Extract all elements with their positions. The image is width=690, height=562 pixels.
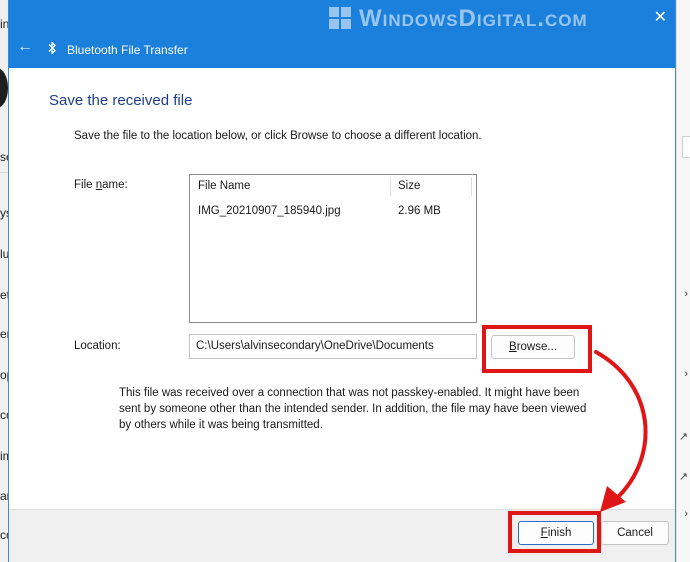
bg-scroll-control bbox=[682, 136, 690, 158]
instructions-text: Save the file to the location below, or … bbox=[74, 130, 482, 142]
file-list[interactable]: File Name Size IMG_20210907_185940.jpg 2… bbox=[189, 174, 477, 323]
chevron-right-icon: › bbox=[684, 508, 688, 520]
watermark-text: WindowsDigital.com bbox=[359, 5, 588, 32]
window-title: Bluetooth File Transfer bbox=[67, 43, 188, 57]
windows-logo-icon bbox=[329, 7, 351, 29]
finish-button[interactable]: Finish bbox=[518, 521, 594, 545]
column-header-size[interactable]: Size bbox=[398, 175, 420, 198]
back-arrow-icon[interactable]: ← bbox=[17, 39, 33, 55]
page-title: Save the received file bbox=[49, 92, 193, 109]
column-divider[interactable] bbox=[390, 177, 391, 196]
avatar bbox=[0, 68, 8, 108]
close-icon[interactable]: ✕ bbox=[654, 10, 667, 26]
file-name-label: File name: bbox=[74, 179, 128, 191]
chevron-right-icon: › bbox=[684, 368, 688, 380]
bluetooth-icon bbox=[48, 41, 56, 55]
security-warning-text: This file was received over a connection… bbox=[119, 387, 587, 431]
external-link-icon: ↗ bbox=[678, 471, 688, 483]
bluetooth-file-transfer-dialog: WindowsDigital.com ← Bluetooth File Tran… bbox=[8, 0, 676, 562]
location-label: Location: bbox=[74, 340, 121, 352]
external-link-icon: ↗ bbox=[678, 431, 688, 443]
browse-button[interactable]: Browse... bbox=[491, 335, 575, 359]
chevron-right-icon: › bbox=[684, 288, 688, 300]
location-field[interactable]: C:\Users\alvinsecondary\OneDrive\Documen… bbox=[189, 334, 477, 359]
cancel-button[interactable]: Cancel bbox=[601, 521, 669, 545]
watermark: WindowsDigital.com bbox=[329, 5, 588, 33]
column-divider[interactable] bbox=[471, 177, 472, 196]
background-app-right-edge: › › ↗ ↗ › bbox=[676, 0, 690, 562]
table-row-file-name[interactable]: IMG_20210907_185940.jpg bbox=[198, 205, 341, 217]
title-bar: WindowsDigital.com ← Bluetooth File Tran… bbox=[9, 0, 675, 68]
table-row-file-size[interactable]: 2.96 MB bbox=[398, 205, 441, 217]
column-header-file-name[interactable]: File Name bbox=[198, 175, 250, 198]
